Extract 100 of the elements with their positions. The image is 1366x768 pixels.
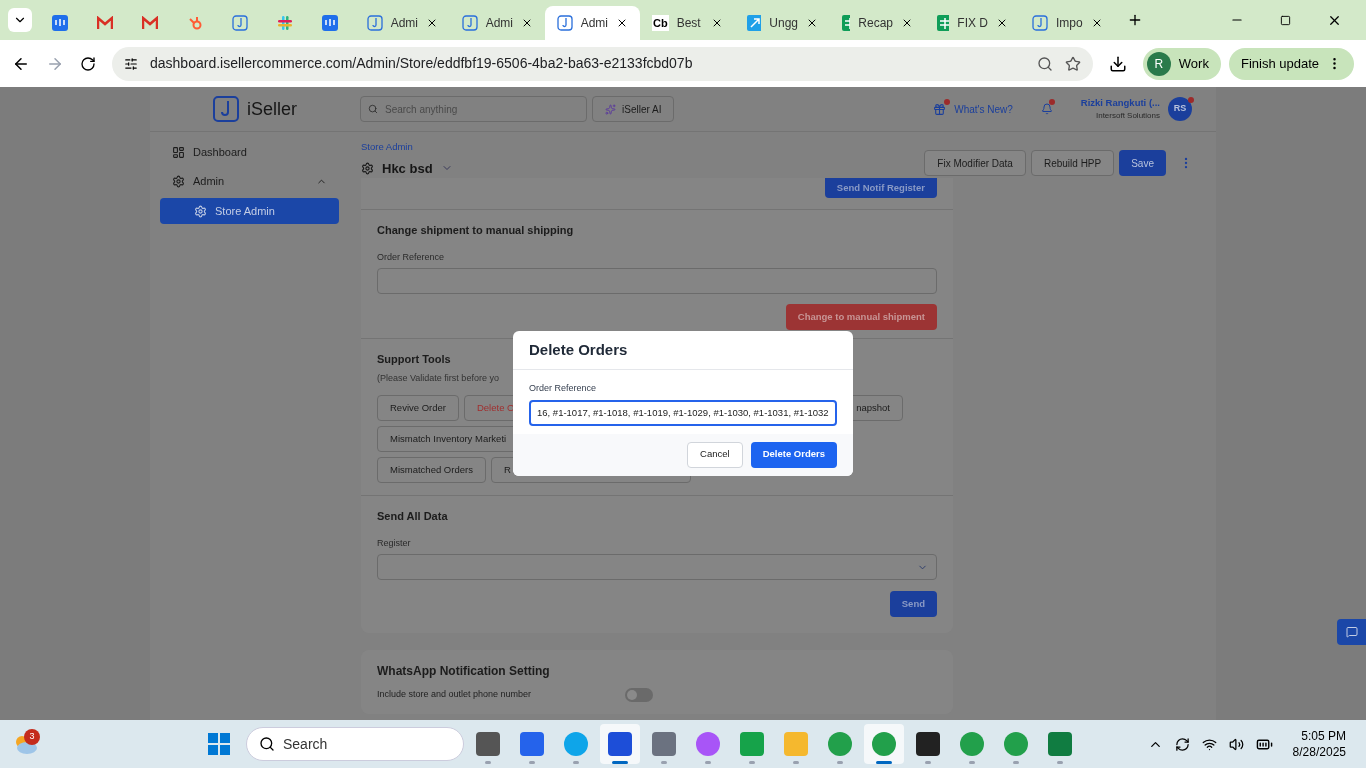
close-icon[interactable] (806, 17, 818, 29)
browser-tab[interactable]: Admi (355, 6, 450, 40)
logo-icon (557, 15, 573, 31)
zoom-icon[interactable] (1036, 55, 1053, 72)
close-icon[interactable] (1091, 17, 1103, 29)
arrow-icon (747, 15, 762, 31)
toggle-switch[interactable] (625, 688, 653, 702)
hash-icon (277, 15, 293, 31)
sidebar-item[interactable]: Store Admin (160, 198, 339, 224)
tool-button[interactable]: Revive Order (377, 395, 459, 421)
close-icon[interactable] (711, 17, 723, 29)
browser-tab[interactable]: Impo (1020, 6, 1115, 40)
section-title: Support Tools (377, 352, 452, 367)
cancel-button[interactable]: Cancel (687, 441, 743, 468)
site-settings-icon[interactable] (124, 56, 138, 71)
action-button[interactable]: Rebuild HPP (1030, 150, 1115, 176)
order-reference-field[interactable] (377, 268, 937, 294)
browser-tab[interactable]: FIX D (925, 6, 1020, 40)
dashboard-icon (172, 146, 185, 159)
spreadsheet-icon (842, 15, 851, 31)
tab-title: Admi (485, 15, 513, 32)
order-reference-field[interactable]: 16, #1-1017, #1-1018, #1-1019, #1-1029, #1-1030, #1-1031, #1-1032 (529, 399, 837, 426)
mail-icon (142, 16, 158, 30)
field-label: Register (377, 536, 412, 550)
reload-icon[interactable] (80, 55, 96, 72)
send-notif-button[interactable]: Send Notif Register (824, 178, 937, 198)
dialog-title: Delete Orders (529, 339, 628, 360)
browser-tab[interactable]: Admi (545, 6, 640, 40)
setting-label: Include store and outlet phone number (377, 688, 533, 702)
site-icon: Cb (652, 15, 669, 31)
clock-date[interactable]: 8/28/2025 (1292, 744, 1346, 760)
profile-button[interactable]: R Work (1142, 47, 1221, 80)
search-icon (259, 736, 275, 752)
section-title: Send All Data (377, 509, 449, 524)
taskbar-search[interactable]: Search (246, 727, 464, 761)
close-icon[interactable] (521, 17, 533, 29)
action-button[interactable]: Fix Modifier Data (924, 150, 1026, 176)
delete-orders-button[interactable]: Delete Orders (750, 441, 837, 468)
address-bar[interactable]: dashboard.isellercommerce.com/Admin/Store/eddfbf19-6506-4ba2-ba63-e2133fcbd07b (112, 46, 1093, 81)
wifi-icon[interactable] (1201, 736, 1217, 752)
manual-shipment-button[interactable]: Change to manual shipment (785, 304, 937, 330)
action-button[interactable]: Save (1119, 150, 1166, 176)
tab-title: Best (676, 15, 701, 32)
logo-icon (213, 96, 239, 122)
sync-icon[interactable] (1174, 736, 1190, 752)
chat-icon (1345, 626, 1358, 638)
feedback-button[interactable] (1337, 619, 1366, 645)
tab-title: Ungg (769, 15, 798, 32)
search-icon (368, 103, 378, 114)
clock-time[interactable]: 5:05 PM (1301, 728, 1346, 744)
sidebar-item[interactable]: Admin (160, 169, 339, 194)
sidebar-item[interactable]: Dashboard (160, 140, 339, 165)
user-avatar[interactable]: RS (1168, 97, 1192, 121)
tab-title: Recap (858, 15, 893, 32)
logo-icon (232, 15, 248, 31)
gift-icon[interactable] (933, 102, 947, 116)
bookmark-icon[interactable] (1064, 55, 1081, 72)
download-icon[interactable] (1108, 54, 1127, 73)
tab-title: Impo (1056, 15, 1083, 32)
profile-avatar: R (1146, 51, 1171, 76)
user-name: Rizki Rangkuti (... (1080, 95, 1160, 110)
section-title: Change shipment to manual shipping (377, 223, 575, 238)
sparkle-icon (605, 103, 616, 115)
ai-button[interactable]: iSeller AI (592, 96, 675, 122)
tab-search-button[interactable] (8, 8, 32, 32)
update-button[interactable]: Finish update (1228, 47, 1354, 80)
volume-icon[interactable] (1228, 736, 1244, 752)
url-text: dashboard.isellercommerce.com/Admin/Store/eddfbf19-6506-4ba2-ba63-e2133fcbd07b (150, 54, 693, 73)
tab-title: Admi (580, 15, 608, 32)
logo-icon (1032, 15, 1048, 31)
chat-icon (52, 15, 68, 31)
browser-tab[interactable]: Recap (830, 6, 925, 40)
close-icon[interactable] (996, 17, 1008, 29)
maximize-icon[interactable] (1280, 14, 1291, 26)
close-icon[interactable] (616, 17, 628, 29)
field-label: Order Reference (529, 382, 598, 395)
logo-icon (462, 15, 478, 31)
taskbar-app-icon[interactable] (600, 724, 640, 764)
browser-tab[interactable]: Cb Best (640, 6, 735, 40)
start-icon[interactable] (208, 733, 230, 755)
close-icon[interactable] (426, 17, 438, 29)
new-tab-icon[interactable] (1127, 12, 1143, 28)
browser-tab[interactable]: Ungg (735, 6, 830, 40)
field-label: Order Reference (377, 250, 446, 264)
send-button[interactable]: Send (889, 591, 937, 617)
tab-title: FIX D (957, 15, 988, 32)
bell-icon[interactable] (1040, 103, 1053, 115)
chat-icon (322, 15, 338, 31)
tool-button[interactable]: Mismatched Orders (377, 457, 486, 483)
close-icon[interactable] (901, 17, 913, 29)
logo-text: iSeller (247, 97, 297, 121)
settings-icon (194, 204, 207, 218)
browser-tab[interactable]: Admi (450, 6, 545, 40)
section-note: (Please Validate first before yo (377, 371, 500, 385)
settings-icon (361, 161, 374, 175)
section-title: WhatsApp Notification Setting (377, 663, 551, 680)
store-selector[interactable]: Hkc bsd (361, 158, 453, 178)
mail-icon (97, 16, 113, 30)
settings-icon (172, 175, 185, 188)
logo-icon (367, 15, 383, 31)
